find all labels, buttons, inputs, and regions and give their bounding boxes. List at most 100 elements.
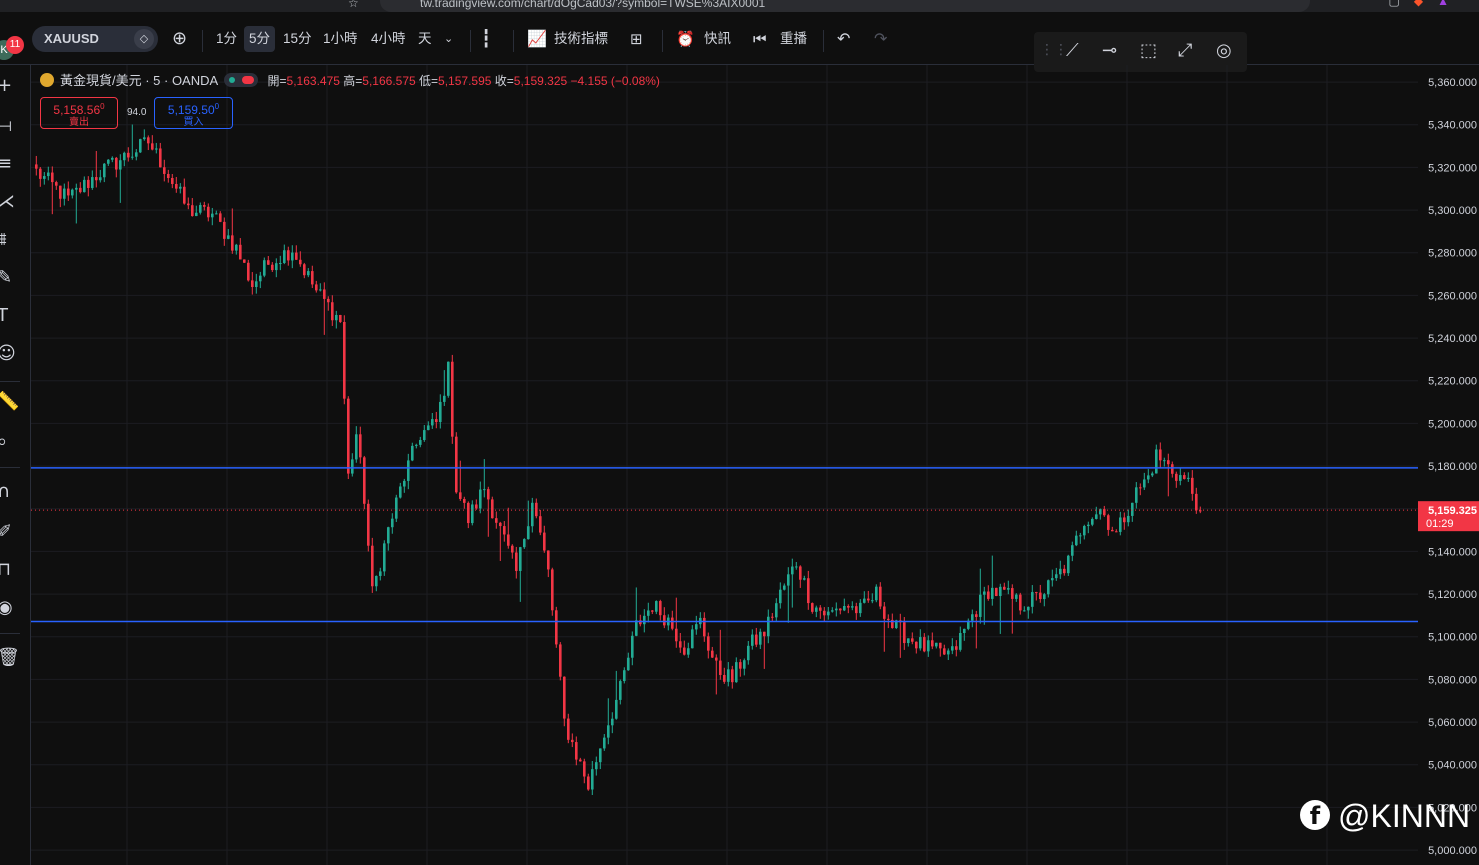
timeframe-1m[interactable]: 1分 [211,26,242,52]
trend-line-icon[interactable]: ⟋ [1066,40,1079,61]
compare-add-icon[interactable]: ⊕ [172,26,187,52]
candle-up [395,497,398,519]
watermark: f @KINNN [1300,796,1470,836]
ray-icon[interactable]: ⤢ [1178,40,1192,61]
candle-down [251,280,254,287]
candle-up [423,430,426,441]
alert-clock-icon[interactable]: ⏰ [676,26,695,52]
candle-down [1171,464,1174,474]
bookmark-icon[interactable]: ☆ [348,0,364,10]
target-icon[interactable]: ◎ [1216,40,1232,61]
drag-handle-icon[interactable]: ⋮⋮ [1040,42,1068,58]
pattern-tool-icon[interactable]: ⋌ [0,191,15,212]
price-tick-label: 5,080.000 [1428,674,1477,686]
sell-price-sup: 0 [100,102,105,111]
price-chart[interactable]: 5,179.1605,107.150 5,000.0005,020.0005,0… [31,65,1479,865]
candle-up [179,186,182,189]
candle-up [767,616,770,637]
brave-shield-icon[interactable]: ◆ [1414,0,1423,8]
horizontal-lines[interactable]: 5,179.1605,107.150 [31,459,1479,630]
replay-icon[interactable]: ⏮ [753,26,767,52]
candle-type-icon[interactable]: ┇ [481,26,491,52]
ruler-icon[interactable]: 📏 [0,391,19,412]
brave-rewards-icon[interactable]: ▲ [1437,0,1449,8]
price-tick-label: 5,300.000 [1428,205,1477,217]
chevron-down-icon[interactable]: ⌄ [444,26,453,52]
candle-down [515,552,518,571]
candle-down [879,586,882,607]
magnet-icon[interactable]: ∩ [0,481,10,502]
text-tool-icon[interactable]: T [0,305,8,326]
emoji-icon[interactable]: ☺ [0,343,16,364]
candle-down [755,634,758,645]
high-value: 5,166.575 [362,74,416,88]
candle-down [219,213,222,222]
trash-icon[interactable]: 🗑 [0,647,20,668]
url-text: tw.tradingview.com/chart/dOgCad03/?symbo… [420,0,766,10]
candle-down [855,606,858,614]
symbol-title[interactable]: 黃金現貨/美元 · 5 · OANDA [60,73,218,88]
layout-grid-icon[interactable]: ⊞ [630,26,643,52]
candle-down [511,545,514,553]
lock-icon[interactable]: ⊓ [0,559,11,580]
candle-up [411,445,414,461]
price-tick-label: 5,040.000 [1428,760,1477,772]
redo-icon[interactable]: ↷ [874,26,887,52]
buy-button[interactable]: 5,159.500 買入 [154,97,233,129]
brush-icon[interactable]: ✎ [0,267,12,288]
chart-grid [31,65,1418,865]
candle-up [979,594,982,617]
candle-down [583,761,586,777]
candle-down [1195,493,1198,511]
high-label: 高= [343,74,363,88]
candle-up [695,624,698,630]
candle-down [167,173,170,179]
candle-up [227,235,230,239]
candle-up [751,634,754,646]
candle-down [703,617,706,637]
candle-up [47,172,50,177]
projection-tool-icon[interactable]: ⩩ [0,229,7,250]
zoom-icon[interactable]: ⌕ [0,431,7,452]
timeframe-1h[interactable]: 1小時 [318,26,363,52]
candle-down [799,566,802,580]
candle-down [243,259,246,263]
toolbar-divider [823,30,824,52]
timeframe-5m[interactable]: 5分 [244,26,276,52]
news-button[interactable]: 快訊 [704,26,731,52]
fib-tool-icon[interactable]: ≡ [0,153,12,174]
timeframe-1d[interactable]: 天 [413,26,437,52]
candle-down [659,601,662,616]
crosshair-icon[interactable]: + [0,75,12,96]
toolbar-divider [662,30,663,52]
candle-up [787,574,790,586]
indicators-icon[interactable]: 📈 [527,26,547,52]
candle-up [415,444,418,446]
toolbar-divider [202,30,203,52]
timeframe-4h[interactable]: 4小時 [366,26,411,52]
extension-icon[interactable]: ▢ [1389,0,1400,8]
symbol-search-button[interactable]: XAUUSD ◇ [32,26,158,52]
last-price-label: 5,159.325 [1428,505,1477,517]
candle-down [315,284,318,291]
horizontal-ray-icon[interactable]: ⊸ [1102,40,1117,61]
address-bar[interactable]: tw.tradingview.com/chart/dOgCad03/?symbo… [380,0,1310,12]
line-tool-icon[interactable]: ⟞ [0,115,12,136]
undo-icon[interactable]: ↶ [837,26,850,52]
replay-button[interactable]: 重播 [780,26,807,52]
indicators-button[interactable]: 技術指標 [554,26,608,52]
lock-drawing-icon[interactable]: ✐ [0,521,12,542]
timeframe-15m[interactable]: 15分 [278,26,317,52]
sell-button[interactable]: 5,158.560 賣出 [40,97,118,129]
candle-up [635,620,638,636]
low-value: 5,157.595 [438,74,492,88]
candle-up [351,459,354,474]
candle-up [959,633,962,650]
eye-icon[interactable]: ◉ [0,597,13,618]
rectangle-icon[interactable]: ⬚ [1140,40,1157,61]
candle-up [851,606,854,608]
market-status-icon[interactable] [224,73,259,87]
candle-up [783,585,786,590]
candle-up [591,769,594,790]
price-axis[interactable]: 5,000.0005,020.0005,040.0005,060.0005,08… [1418,65,1479,865]
